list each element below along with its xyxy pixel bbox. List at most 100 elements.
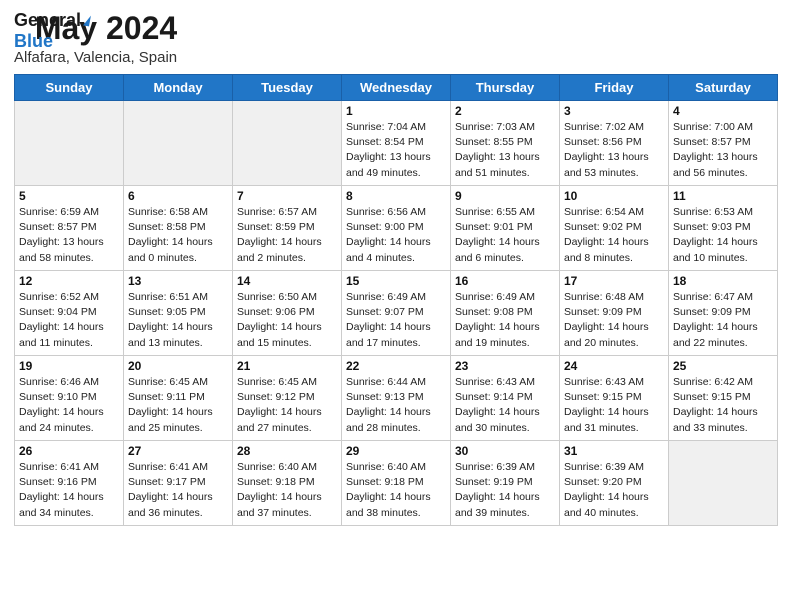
header: General Blue May 2024 Alfafara, Valencia… [14,10,778,66]
day-number: 8 [346,189,446,203]
sunset-info: Sunset: 9:16 PM [19,475,119,490]
day-number: 13 [128,274,228,288]
sunset-info: Sunset: 9:18 PM [237,475,337,490]
calendar-table: Sunday Monday Tuesday Wednesday Thursday… [14,74,778,526]
daylight-minutes: and 30 minutes. [455,421,555,436]
cell-info: Sunrise: 6:58 AMSunset: 8:58 PMDaylight:… [128,205,228,266]
daylight-minutes: and 20 minutes. [564,336,664,351]
day-number: 26 [19,444,119,458]
sunset-info: Sunset: 8:59 PM [237,220,337,235]
table-row: 25Sunrise: 6:42 AMSunset: 9:15 PMDayligh… [669,356,778,441]
daylight-minutes: and 49 minutes. [346,166,446,181]
daylight-hours: Daylight: 13 hours [346,150,446,165]
day-number: 25 [673,359,773,373]
sunrise-info: Sunrise: 6:43 AM [455,375,555,390]
cell-info: Sunrise: 7:04 AMSunset: 8:54 PMDaylight:… [346,120,446,181]
sunrise-info: Sunrise: 6:45 AM [128,375,228,390]
cell-info: Sunrise: 6:39 AMSunset: 9:20 PMDaylight:… [564,460,664,521]
table-row: 7Sunrise: 6:57 AMSunset: 8:59 PMDaylight… [233,186,342,271]
calendar-week-row: 19Sunrise: 6:46 AMSunset: 9:10 PMDayligh… [15,356,778,441]
sunset-info: Sunset: 9:11 PM [128,390,228,405]
cell-info: Sunrise: 6:44 AMSunset: 9:13 PMDaylight:… [346,375,446,436]
table-row [233,101,342,186]
daylight-minutes: and 19 minutes. [455,336,555,351]
daylight-hours: Daylight: 14 hours [19,405,119,420]
table-row: 1Sunrise: 7:04 AMSunset: 8:54 PMDaylight… [342,101,451,186]
logo-block: General Blue [14,10,90,51]
day-number: 18 [673,274,773,288]
table-row: 29Sunrise: 6:40 AMSunset: 9:18 PMDayligh… [342,441,451,526]
col-wednesday: Wednesday [342,75,451,101]
table-row: 20Sunrise: 6:45 AMSunset: 9:11 PMDayligh… [124,356,233,441]
daylight-minutes: and 36 minutes. [128,506,228,521]
day-number: 10 [564,189,664,203]
day-number: 17 [564,274,664,288]
daylight-minutes: and 0 minutes. [128,251,228,266]
sunrise-info: Sunrise: 6:49 AM [346,290,446,305]
day-number: 21 [237,359,337,373]
sunset-info: Sunset: 8:54 PM [346,135,446,150]
day-number: 9 [455,189,555,203]
daylight-hours: Daylight: 14 hours [237,405,337,420]
sunset-info: Sunset: 9:09 PM [673,305,773,320]
sunset-info: Sunset: 9:01 PM [455,220,555,235]
table-row: 27Sunrise: 6:41 AMSunset: 9:17 PMDayligh… [124,441,233,526]
table-row: 10 Sunrise: 6:54 AMSunset: 9:02 PMDayligh… [560,186,669,271]
sunrise-info: Sunrise: 6:58 AM [128,205,228,220]
cell-info: Sunrise: 6:49 AMSunset: 9:07 PMDaylight:… [346,290,446,351]
sunrise-info: Sunrise: 7:04 AM [346,120,446,135]
sunrise-info: Sunrise: 6:40 AM [237,460,337,475]
day-number: 30 [455,444,555,458]
table-row: 21Sunrise: 6:45 AMSunset: 9:12 PMDayligh… [233,356,342,441]
sunrise-info: Sunrise: 7:02 AM [564,120,664,135]
daylight-hours: Daylight: 14 hours [673,405,773,420]
cell-info: Sunrise: 6:48 AMSunset: 9:09 PMDaylight:… [564,290,664,351]
col-sunday: Sunday [15,75,124,101]
sunrise-info: Sunrise: 6:47 AM [673,290,773,305]
cell-info: Sunrise: 6:47 AMSunset: 9:09 PMDaylight:… [673,290,773,351]
daylight-minutes: and 33 minutes. [673,421,773,436]
calendar-week-row: 1Sunrise: 7:04 AMSunset: 8:54 PMDaylight… [15,101,778,186]
day-number: 23 [455,359,555,373]
daylight-hours: Daylight: 13 hours [564,150,664,165]
daylight-minutes: and 10 minutes. [673,251,773,266]
sunrise-info: Sunrise: 6:49 AM [455,290,555,305]
day-number: 12 [19,274,119,288]
table-row: 12Sunrise: 6:52 AMSunset: 9:04 PMDayligh… [15,271,124,356]
daylight-hours: Daylight: 14 hours [346,490,446,505]
logo-general: General [14,10,90,31]
cell-info: Sunrise: 6:51 AMSunset: 9:05 PMDaylight:… [128,290,228,351]
col-tuesday: Tuesday [233,75,342,101]
cell-info: Sunrise: 7:02 AMSunset: 8:56 PMDaylight:… [564,120,664,181]
calendar-week-row: 5Sunrise: 6:59 AMSunset: 8:57 PMDaylight… [15,186,778,271]
daylight-minutes: and 37 minutes. [237,506,337,521]
sunset-info: Sunset: 8:55 PM [455,135,555,150]
day-number: 29 [346,444,446,458]
table-row: 26Sunrise: 6:41 AMSunset: 9:16 PMDayligh… [15,441,124,526]
cell-info: Sunrise: 6:50 AMSunset: 9:06 PMDaylight:… [237,290,337,351]
sunset-info: Sunset: 9:13 PM [346,390,446,405]
table-row: 24Sunrise: 6:43 AMSunset: 9:15 PMDayligh… [560,356,669,441]
day-number: 4 [673,104,773,118]
daylight-hours: Daylight: 13 hours [19,235,119,250]
daylight-hours: Daylight: 14 hours [564,405,664,420]
daylight-hours: Daylight: 14 hours [237,235,337,250]
day-number: 31 [564,444,664,458]
sunrise-info: Sunrise: 6:41 AM [19,460,119,475]
daylight-hours: Daylight: 14 hours [346,320,446,335]
daylight-minutes: and 2 minutes. [237,251,337,266]
table-row: 2Sunrise: 7:03 AMSunset: 8:55 PMDaylight… [451,101,560,186]
table-row: 19Sunrise: 6:46 AMSunset: 9:10 PMDayligh… [15,356,124,441]
table-row: 3Sunrise: 7:02 AMSunset: 8:56 PMDaylight… [560,101,669,186]
sunset-info: Sunset: 9:12 PM [237,390,337,405]
table-row: 11Sunrise: 6:53 AMSunset: 9:03 PMDayligh… [669,186,778,271]
sunset-info: Sunset: 9:17 PM [128,475,228,490]
daylight-minutes: and 24 minutes. [19,421,119,436]
daylight-hours: Daylight: 14 hours [19,320,119,335]
daylight-hours: Daylight: 14 hours [455,405,555,420]
daylight-minutes: and 28 minutes. [346,421,446,436]
cell-info: Sunrise: 6:54 AMSunset: 9:02 PMDaylight:… [564,205,664,266]
daylight-hours: Daylight: 14 hours [564,490,664,505]
sunrise-info: Sunrise: 6:42 AM [673,375,773,390]
daylight-hours: Daylight: 13 hours [455,150,555,165]
